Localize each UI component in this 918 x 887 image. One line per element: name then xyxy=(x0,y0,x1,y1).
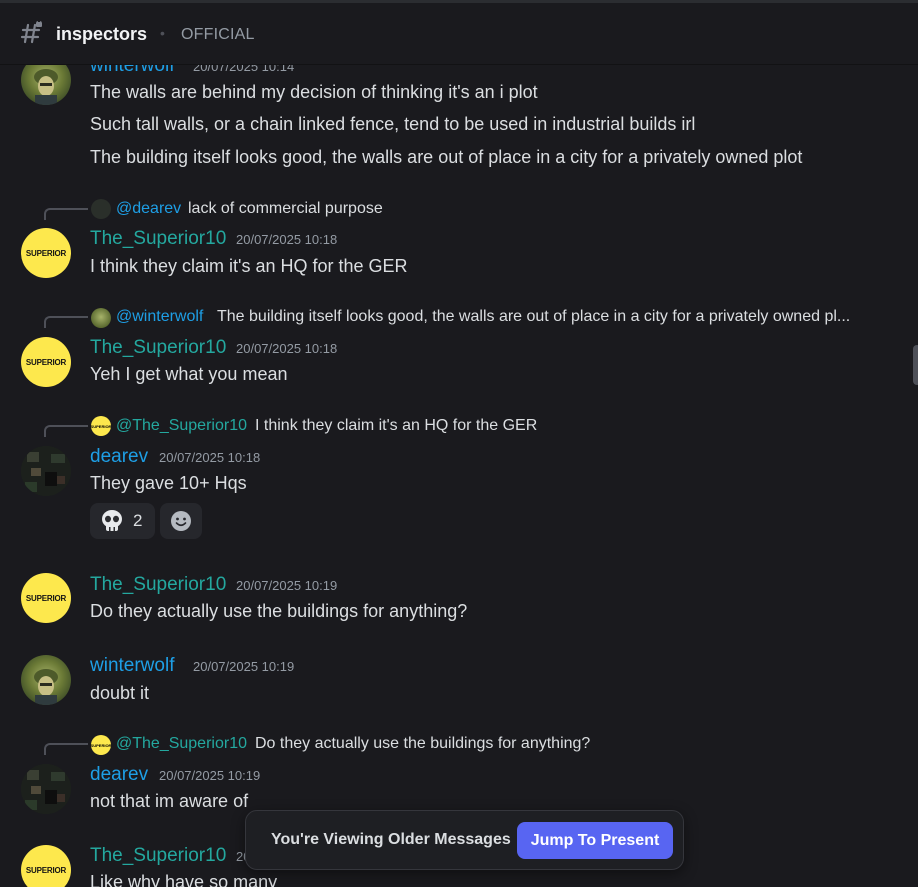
avatar-dearev[interactable] xyxy=(21,764,71,814)
message-text: The walls are behind my decision of thin… xyxy=(90,82,538,102)
reply-avatar-the-superior10: SUPERIOR xyxy=(91,735,111,755)
message-list[interactable]: winterwolf 20/07/2025 10:14 The walls ar… xyxy=(0,0,918,887)
reaction-count: 2 xyxy=(133,511,143,530)
avatar-text: SUPERIOR xyxy=(25,593,67,603)
message-text: Do they actually use the buildings for a… xyxy=(90,601,468,621)
avatar-text: SUPERIOR xyxy=(25,865,67,875)
channel-name[interactable]: inspectors xyxy=(56,24,147,45)
reply-connector xyxy=(44,316,88,328)
message-username[interactable]: winterwolf xyxy=(90,655,174,677)
message-username[interactable]: The_Superior10 xyxy=(90,574,226,596)
avatar-text: SUPERIOR xyxy=(25,357,67,367)
avatar-dearev[interactable] xyxy=(21,446,71,496)
avatar-text: SUPERIOR xyxy=(91,423,111,429)
reply-avatar-the-superior10: SUPERIOR xyxy=(91,416,111,436)
reaction-skull[interactable]: 2 xyxy=(90,503,155,539)
reply-connector xyxy=(44,425,88,437)
jump-to-present-button[interactable]: Jump To Present xyxy=(517,822,673,859)
message-text: Such tall walls, or a chain linked fence… xyxy=(90,114,696,134)
message-text: Yeh I get what you mean xyxy=(90,364,288,384)
message-text: I think they claim it's an HQ for the GE… xyxy=(90,256,408,276)
reply-avatar-winterwolf xyxy=(91,308,111,328)
message-text: doubt it xyxy=(90,683,150,703)
message-username[interactable]: The_Superior10 xyxy=(90,337,226,359)
avatar-the-superior10[interactable]: SUPERIOR xyxy=(21,337,71,387)
add-reaction-icon xyxy=(171,511,191,531)
reply-avatar-dearev xyxy=(91,199,111,219)
message-username[interactable]: The_Superior10 xyxy=(90,845,226,867)
older-messages-label: You're Viewing Older Messages xyxy=(271,831,511,848)
add-reaction-button[interactable] xyxy=(160,503,202,539)
message-timestamp: 20/07/2025 10:18 xyxy=(236,341,338,356)
reply-preview-text[interactable]: lack of commercial purpose xyxy=(188,200,383,218)
channel-topic: OFFICIAL xyxy=(181,26,255,43)
scrollbar-thumb[interactable] xyxy=(913,345,918,385)
header-separator: • xyxy=(160,25,165,41)
avatar-the-superior10[interactable]: SUPERIOR xyxy=(21,573,71,623)
avatar-winterwolf[interactable] xyxy=(21,655,71,705)
message-timestamp: 20/07/2025 10:19 xyxy=(159,768,261,783)
avatar-the-superior10[interactable]: SUPERIOR xyxy=(21,228,71,278)
avatar-text: SUPERIOR xyxy=(91,742,111,748)
message-timestamp: 20/07/2025 10:18 xyxy=(236,232,338,247)
message-username[interactable]: dearev xyxy=(90,764,148,786)
message-text: They gave 10+ Hqs xyxy=(90,473,247,493)
hash-lock-icon xyxy=(20,21,42,44)
reply-connector xyxy=(44,208,88,220)
reply-preview-text[interactable]: Do they actually use the buildings for a… xyxy=(255,735,590,753)
avatar-text: SUPERIOR xyxy=(25,248,67,258)
message-timestamp: 20/07/2025 10:19 xyxy=(193,659,295,674)
channel-header: inspectors • OFFICIAL xyxy=(0,0,918,64)
reply-mention[interactable]: @The_Superior10 xyxy=(116,735,247,753)
older-messages-bar: You're Viewing Older Messages Jump To Pr… xyxy=(245,810,684,870)
message-username[interactable]: The_Superior10 xyxy=(90,228,226,250)
reply-preview-text[interactable]: I think they claim it's an HQ for the GE… xyxy=(255,417,537,435)
reply-preview-text[interactable]: The building itself looks good, the wall… xyxy=(217,308,850,326)
reply-mention[interactable]: @The_Superior10 xyxy=(116,417,247,435)
message-timestamp: 20/07/2025 10:19 xyxy=(236,578,338,593)
reply-connector xyxy=(44,743,88,755)
message-username[interactable]: dearev xyxy=(90,446,148,468)
avatar-the-superior10[interactable]: SUPERIOR xyxy=(21,845,71,887)
skull-emoji-icon xyxy=(102,510,122,531)
reply-mention[interactable]: @dearev xyxy=(116,200,181,218)
message-text: The building itself looks good, the wall… xyxy=(90,147,803,167)
reply-mention[interactable]: @winterwolf xyxy=(116,308,203,326)
message-text: not that im aware of xyxy=(90,791,249,811)
message-text: Like why have so many xyxy=(90,872,278,887)
message-timestamp: 20/07/2025 10:18 xyxy=(159,450,261,465)
